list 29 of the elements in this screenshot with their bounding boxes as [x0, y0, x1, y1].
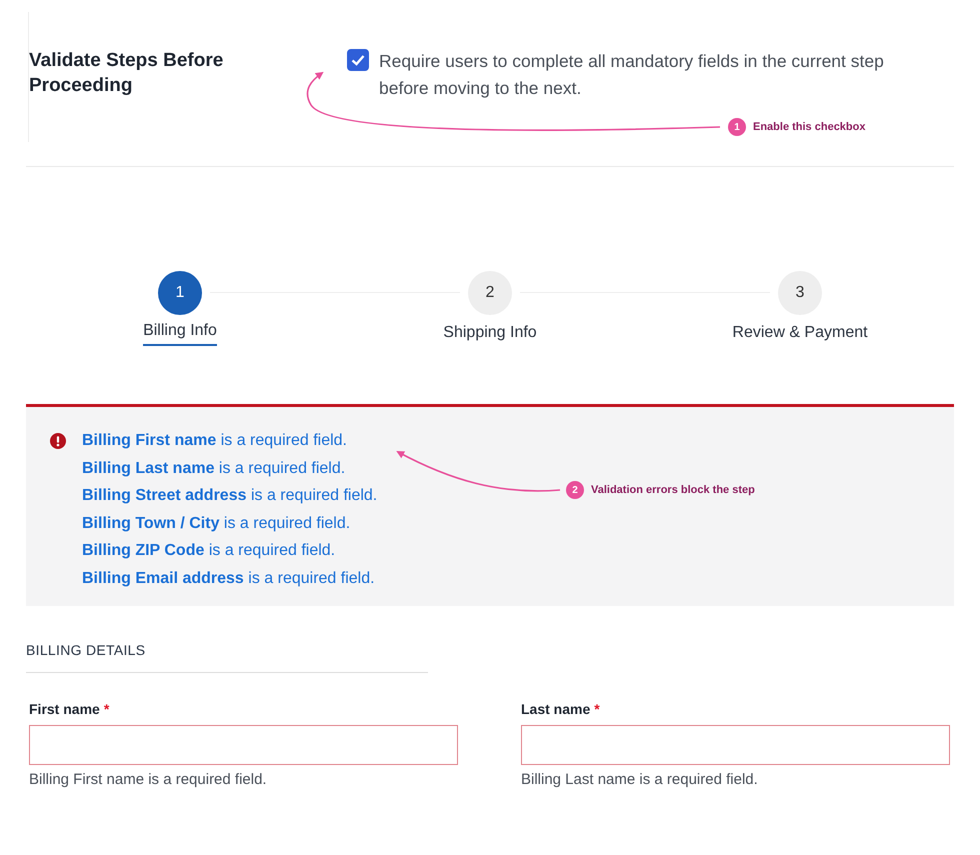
- error-icon: [50, 433, 66, 449]
- checkbox[interactable]: [347, 49, 369, 71]
- error-message[interactable]: Billing Street address is a required field.: [82, 482, 378, 510]
- field-error: Billing First name is a required field.: [29, 771, 267, 788]
- field-error: Billing Last name is a required field.: [521, 771, 758, 788]
- field-label: Last name: [521, 701, 590, 717]
- error-message[interactable]: Billing Email address is a required field.: [82, 564, 375, 592]
- checkbox-label: Require users to complete all mandatory fields in the current step before moving to the next.: [379, 50, 885, 100]
- required-mark: *: [104, 701, 110, 717]
- step-label[interactable]: Review & Payment: [732, 324, 868, 348]
- step-number[interactable]: 2: [468, 271, 512, 315]
- section-title: BILLING DETAILS: [26, 642, 146, 658]
- input-field[interactable]: [521, 725, 950, 765]
- error-message[interactable]: Billing Last name is a required field.: [82, 454, 346, 482]
- step-badge: 1: [728, 118, 746, 136]
- annotation-text: Enable this checkbox: [753, 121, 866, 133]
- required-mark: *: [594, 701, 600, 717]
- error-message[interactable]: Billing ZIP Code is a required field.: [82, 537, 336, 564]
- field-label: First name: [29, 701, 100, 717]
- error-message[interactable]: Billing First name is a required field.: [82, 427, 347, 454]
- check-icon: [351, 54, 365, 66]
- step-number[interactable]: 1: [158, 271, 202, 315]
- step-label[interactable]: Shipping Info: [443, 324, 537, 348]
- input-field[interactable]: [29, 725, 458, 765]
- annotation-text: Validation errors block the step: [591, 484, 755, 496]
- step-label[interactable]: Billing Info: [143, 322, 217, 346]
- step-number[interactable]: 3: [778, 271, 822, 315]
- error-message[interactable]: Billing Town / City is a required field.: [82, 510, 350, 537]
- setting-title: Validate Steps Before Proceeding: [29, 49, 224, 98]
